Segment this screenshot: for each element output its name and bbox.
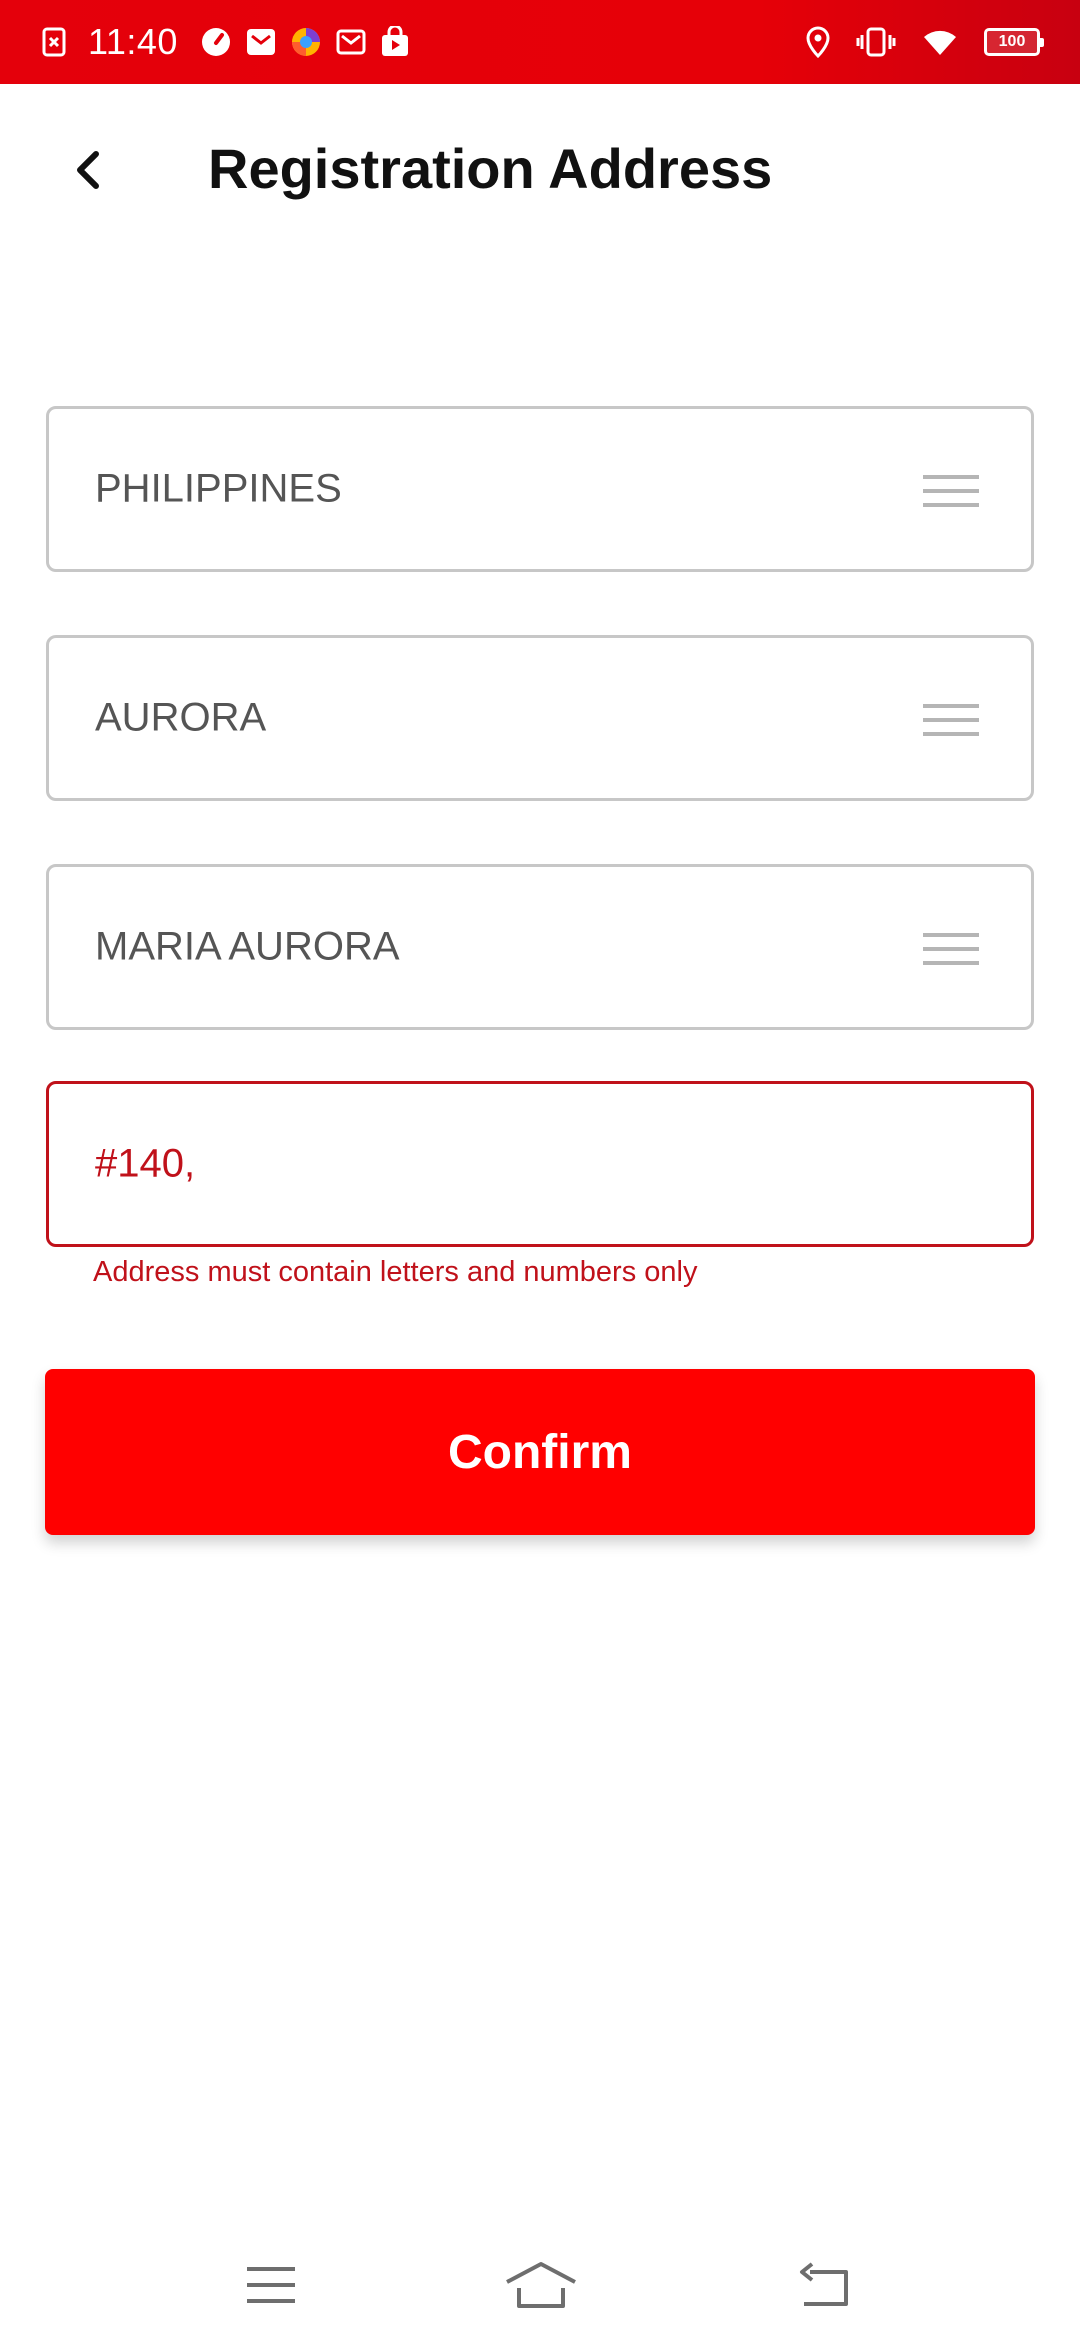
clock: 11:40	[88, 21, 178, 62]
city-value: MARIA AURORA	[95, 924, 400, 969]
notification-blocked-icon	[42, 27, 66, 57]
menu-icon	[923, 700, 979, 740]
address-field-container	[46, 1081, 1034, 1247]
province-select[interactable]: AURORA	[46, 635, 1034, 801]
menu-icon	[923, 471, 979, 511]
back-icon	[800, 2262, 848, 2306]
browser-icon	[290, 26, 322, 58]
gmail-icon	[336, 27, 366, 57]
store-bag-icon	[380, 26, 410, 58]
vibrate-icon	[856, 27, 896, 57]
country-value: PHILIPPINES	[95, 466, 342, 511]
registration-address-screen: 11:40 100 Registration Address PHILIPPIN…	[0, 0, 1080, 2340]
home-icon	[506, 2262, 576, 2308]
nav-recents-button[interactable]	[231, 2250, 311, 2320]
system-nav-bar	[0, 2230, 1080, 2340]
menu-icon	[923, 929, 979, 969]
address-error-message: Address must contain letters and numbers…	[93, 1256, 698, 1288]
back-button[interactable]	[52, 134, 124, 206]
address-input[interactable]	[95, 1141, 975, 1187]
confirm-button[interactable]: Confirm	[45, 1369, 1035, 1535]
status-bar-left: 11:40	[42, 0, 424, 84]
battery-level: 100	[984, 28, 1044, 56]
status-bar: 11:40 100	[0, 0, 1080, 84]
province-value: AURORA	[95, 695, 267, 740]
country-select[interactable]: PHILIPPINES	[46, 406, 1034, 572]
location-icon	[806, 26, 830, 58]
wifi-icon	[922, 27, 958, 57]
app-header: Registration Address	[0, 84, 1080, 256]
city-select[interactable]: MARIA AURORA	[46, 864, 1034, 1030]
speedometer-icon	[200, 26, 232, 58]
nav-home-button[interactable]	[501, 2250, 581, 2320]
page-title: Registration Address	[208, 137, 773, 200]
menu-icon	[247, 2267, 295, 2303]
battery-icon: 100	[984, 28, 1044, 56]
status-bar-right: 100	[780, 0, 1044, 84]
chevron-left-icon	[77, 151, 99, 189]
mail-icon	[246, 27, 276, 57]
nav-back-button[interactable]	[784, 2250, 864, 2320]
